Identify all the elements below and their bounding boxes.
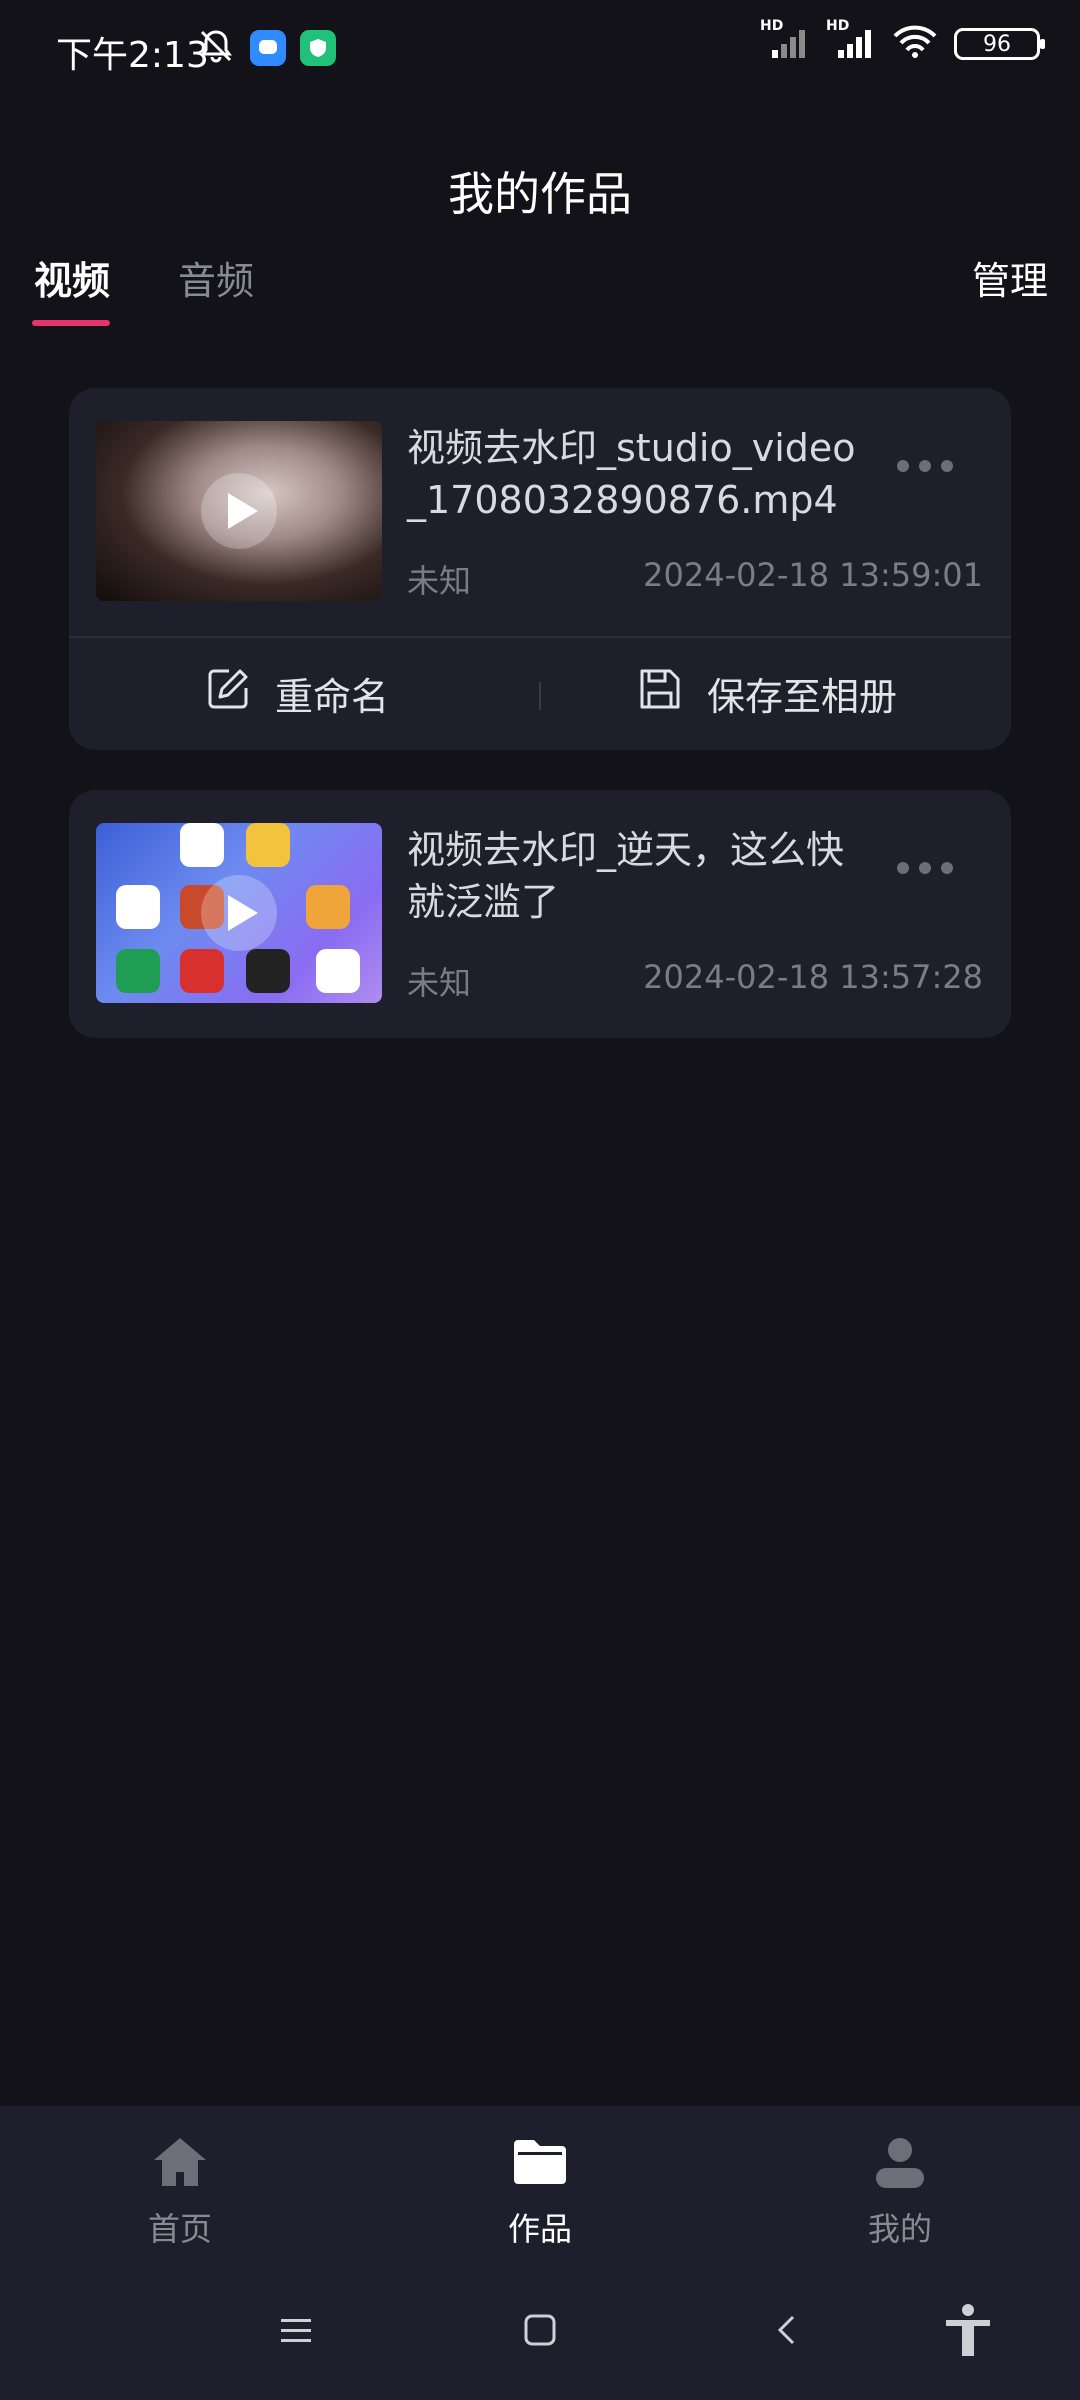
wifi-icon bbox=[892, 24, 938, 64]
app-tile-icon bbox=[246, 949, 290, 993]
nav-me[interactable]: 我的 bbox=[810, 2134, 990, 2250]
work-card[interactable]: 视频去水印_逆天，这么快就泛滥了 未知 2024-02-18 13:57:28 bbox=[69, 790, 1011, 1038]
rename-button[interactable]: 重命名 bbox=[205, 636, 389, 750]
user-icon bbox=[870, 2138, 930, 2194]
menu-icon[interactable] bbox=[266, 2290, 326, 2370]
accessibility-icon[interactable] bbox=[938, 2290, 998, 2370]
work-datetime: 2024-02-18 13:59:01 bbox=[643, 556, 983, 594]
app-tile-icon bbox=[316, 949, 360, 993]
more-options-icon[interactable] bbox=[897, 862, 953, 874]
nav-home[interactable]: 首页 bbox=[90, 2134, 270, 2250]
video-thumbnail[interactable] bbox=[96, 823, 382, 1003]
folder-icon bbox=[510, 2140, 570, 2194]
status-bar: 下午2:13 HD HD 96 bbox=[0, 0, 1080, 100]
nav-works-label: 作品 bbox=[507, 2210, 572, 2248]
work-datetime: 2024-02-18 13:57:28 bbox=[643, 958, 983, 996]
page-title: 我的作品 bbox=[448, 167, 632, 221]
nav-me-label: 我的 bbox=[867, 2210, 932, 2248]
more-options-icon[interactable] bbox=[897, 460, 953, 472]
manage-button[interactable]: 管理 bbox=[972, 250, 1048, 305]
work-status: 未知 bbox=[407, 964, 472, 1002]
app-tile-icon bbox=[246, 823, 290, 867]
back-icon[interactable] bbox=[758, 2290, 818, 2370]
video-thumbnail[interactable] bbox=[96, 421, 382, 601]
app-tile-icon bbox=[180, 949, 224, 993]
app-tile-icon bbox=[116, 885, 160, 929]
status-right-icons: HD HD 96 bbox=[760, 18, 1045, 64]
bell-muted-icon bbox=[196, 26, 236, 70]
save-to-album-button[interactable]: 保存至相册 bbox=[637, 636, 897, 750]
shield-app-icon bbox=[300, 30, 336, 66]
system-nav-bar bbox=[0, 2290, 1080, 2370]
app-tile-icon bbox=[306, 885, 350, 929]
rename-label: 重命名 bbox=[275, 674, 390, 719]
save-icon bbox=[637, 666, 683, 721]
app-tile-icon bbox=[180, 823, 224, 867]
work-status: 未知 bbox=[407, 562, 472, 600]
signal-icon: HD bbox=[760, 18, 810, 64]
status-left-icons bbox=[196, 26, 336, 70]
home-square-icon[interactable] bbox=[510, 2290, 570, 2370]
play-icon[interactable] bbox=[201, 875, 277, 951]
home-icon bbox=[150, 2138, 210, 2194]
action-divider bbox=[539, 682, 541, 710]
bottom-nav: 首页 作品 我的 bbox=[0, 2106, 1080, 2400]
work-card[interactable]: 视频去水印_studio_video_1708032890876.mp4 未知 … bbox=[69, 388, 1011, 750]
signal-icon-2: HD bbox=[826, 18, 876, 64]
work-title: 视频去水印_studio_video_1708032890876.mp4 bbox=[407, 426, 856, 522]
tab-video[interactable]: 视频 bbox=[34, 250, 110, 305]
active-tab-indicator bbox=[32, 320, 110, 326]
app-tile-icon bbox=[116, 949, 160, 993]
battery-indicator: 96 bbox=[954, 28, 1045, 60]
work-title: 视频去水印_逆天，这么快就泛滥了 bbox=[407, 828, 845, 924]
nav-home-label: 首页 bbox=[147, 2210, 212, 2248]
save-label: 保存至相册 bbox=[707, 674, 898, 719]
tab-audio[interactable]: 音频 bbox=[178, 250, 254, 305]
status-time: 下午2:13 bbox=[56, 35, 209, 76]
nav-works[interactable]: 作品 bbox=[450, 2134, 630, 2250]
edit-icon bbox=[205, 666, 251, 721]
chat-app-icon bbox=[250, 30, 286, 66]
play-icon[interactable] bbox=[201, 473, 277, 549]
